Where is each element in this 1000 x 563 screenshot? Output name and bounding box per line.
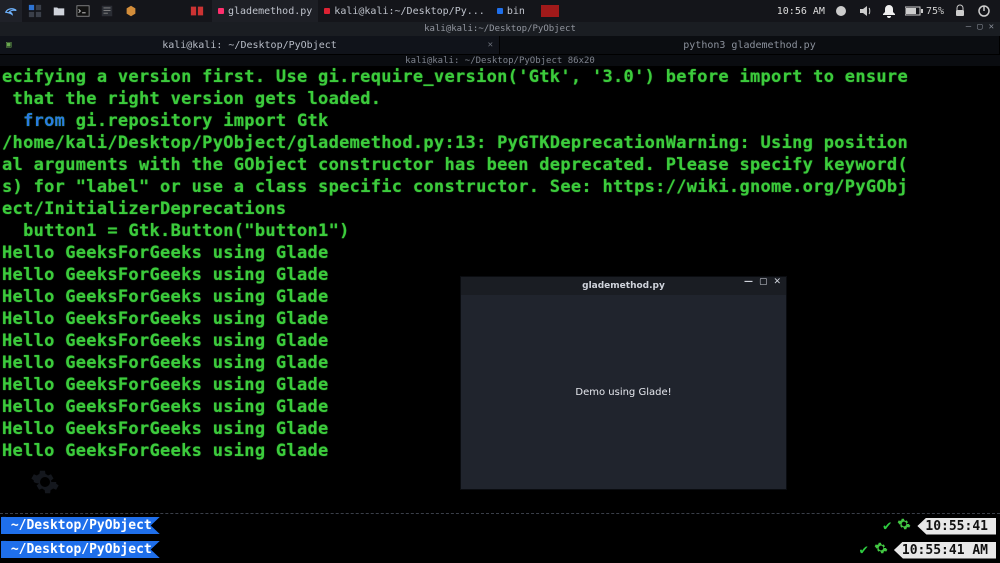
window-list-icon[interactable] <box>186 0 208 22</box>
panel-clock[interactable]: 10:56 AM <box>777 6 825 17</box>
volume-icon[interactable] <box>857 3 873 19</box>
task-other[interactable] <box>531 0 569 22</box>
terminal-size-label: kali@kali: ~/Desktop/PyObject 86x20 <box>405 56 595 66</box>
terminal-tabs: ▣ kali@kali: ~/Desktop/PyObject ✕ python… <box>0 36 1000 54</box>
gtk-window-buttons: — ▢ ✕ <box>744 277 781 287</box>
terminal-tab-1[interactable]: ▣ kali@kali: ~/Desktop/PyObject ✕ <box>0 36 500 54</box>
tab-close-icon[interactable]: ✕ <box>488 40 493 50</box>
terminal-size-bar: kali@kali: ~/Desktop/PyObject 86x20 <box>0 54 1000 66</box>
task-glademethod[interactable]: glademethod.py <box>212 0 318 22</box>
check-icon: ✔ <box>883 518 891 534</box>
task-list: glademethod.py kali@kali:~/Desktop/Py...… <box>212 0 569 22</box>
prompt-divider <box>0 513 1000 514</box>
gtk-label: Demo using Glade! <box>575 387 671 398</box>
close-icon[interactable]: ✕ <box>773 277 781 287</box>
lock-icon[interactable] <box>952 3 968 19</box>
minimize-icon[interactable]: — <box>744 277 753 287</box>
gtk-title: glademethod.py <box>582 281 665 291</box>
task-color-icon <box>218 8 224 14</box>
notifications-icon[interactable] <box>881 3 897 19</box>
prompt-line-1[interactable]: ▌ ~/Desktop/PyObject <box>2 517 160 534</box>
gear-icon <box>874 541 888 559</box>
gtk-body: Demo using Glade! <box>461 295 786 489</box>
check-icon: ✔ <box>859 542 867 558</box>
shell-prompt: ▌ ~/Desktop/PyObject ✔ 10:55:41 ▌ ~/Desk… <box>0 511 1000 563</box>
gtk-window[interactable]: glademethod.py — ▢ ✕ Demo using Glade! <box>460 276 787 490</box>
kali-menu-icon[interactable] <box>0 0 22 22</box>
prompt-right-1: ✔ 10:55:41 <box>883 517 996 535</box>
task-color-icon <box>541 5 559 17</box>
files-icon[interactable] <box>48 0 70 22</box>
tab-label: kali@kali: ~/Desktop/PyObject <box>162 40 337 51</box>
prompt-path: ~/Desktop/PyObject <box>1 541 160 558</box>
task-label: kali@kali:~/Desktop/Py... <box>334 6 485 17</box>
new-tab-icon[interactable]: ▣ <box>6 40 11 50</box>
battery-percent: 75% <box>926 6 944 17</box>
top-panel: glademethod.py kali@kali:~/Desktop/Py...… <box>0 0 1000 22</box>
tab-label: python3 glademethod.py <box>683 40 815 51</box>
gtk-titlebar[interactable]: glademethod.py — ▢ ✕ <box>461 277 786 295</box>
terminal-title: kali@kali:~/Desktop/PyObject <box>424 24 576 34</box>
minimize-icon[interactable]: — <box>966 22 971 32</box>
task-bin[interactable]: bin <box>491 0 531 22</box>
task-label: glademethod.py <box>228 6 312 17</box>
system-tray: 10:56 AM 75% <box>777 0 1000 22</box>
maximize-icon[interactable]: ▢ <box>759 277 768 287</box>
record-icon[interactable] <box>833 3 849 19</box>
panel-left: glademethod.py kali@kali:~/Desktop/Py...… <box>0 0 569 22</box>
close-icon[interactable]: ✕ <box>989 22 994 32</box>
terminal-tab-2[interactable]: python3 glademethod.py <box>500 36 1000 54</box>
terminal-titlebar[interactable]: kali@kali:~/Desktop/PyObject — ▢ ✕ <box>0 22 1000 36</box>
app-icon[interactable] <box>120 0 142 22</box>
task-color-icon <box>497 8 503 14</box>
gear-icon <box>897 517 911 535</box>
prompt-time: 10:55:41 AM <box>894 542 996 559</box>
task-color-icon <box>324 8 330 14</box>
prompt-line-2[interactable]: ▌ ~/Desktop/PyObject <box>2 541 160 558</box>
desktop-settings-icon <box>30 467 60 501</box>
editor-icon[interactable] <box>96 0 118 22</box>
workspace-switcher-icon[interactable] <box>24 0 46 22</box>
prompt-path: ~/Desktop/PyObject <box>1 517 160 534</box>
prompt-time: 10:55:41 <box>917 518 996 535</box>
power-icon[interactable] <box>976 3 992 19</box>
task-terminal[interactable]: kali@kali:~/Desktop/Py... <box>318 0 491 22</box>
task-label: bin <box>507 6 525 17</box>
prompt-right-2: ✔ 10:55:41 AM <box>859 541 996 559</box>
battery-indicator[interactable]: 75% <box>905 6 944 17</box>
terminal-icon[interactable] <box>72 0 94 22</box>
terminal-window-buttons: — ▢ ✕ <box>966 22 994 32</box>
maximize-icon[interactable]: ▢ <box>977 22 982 32</box>
